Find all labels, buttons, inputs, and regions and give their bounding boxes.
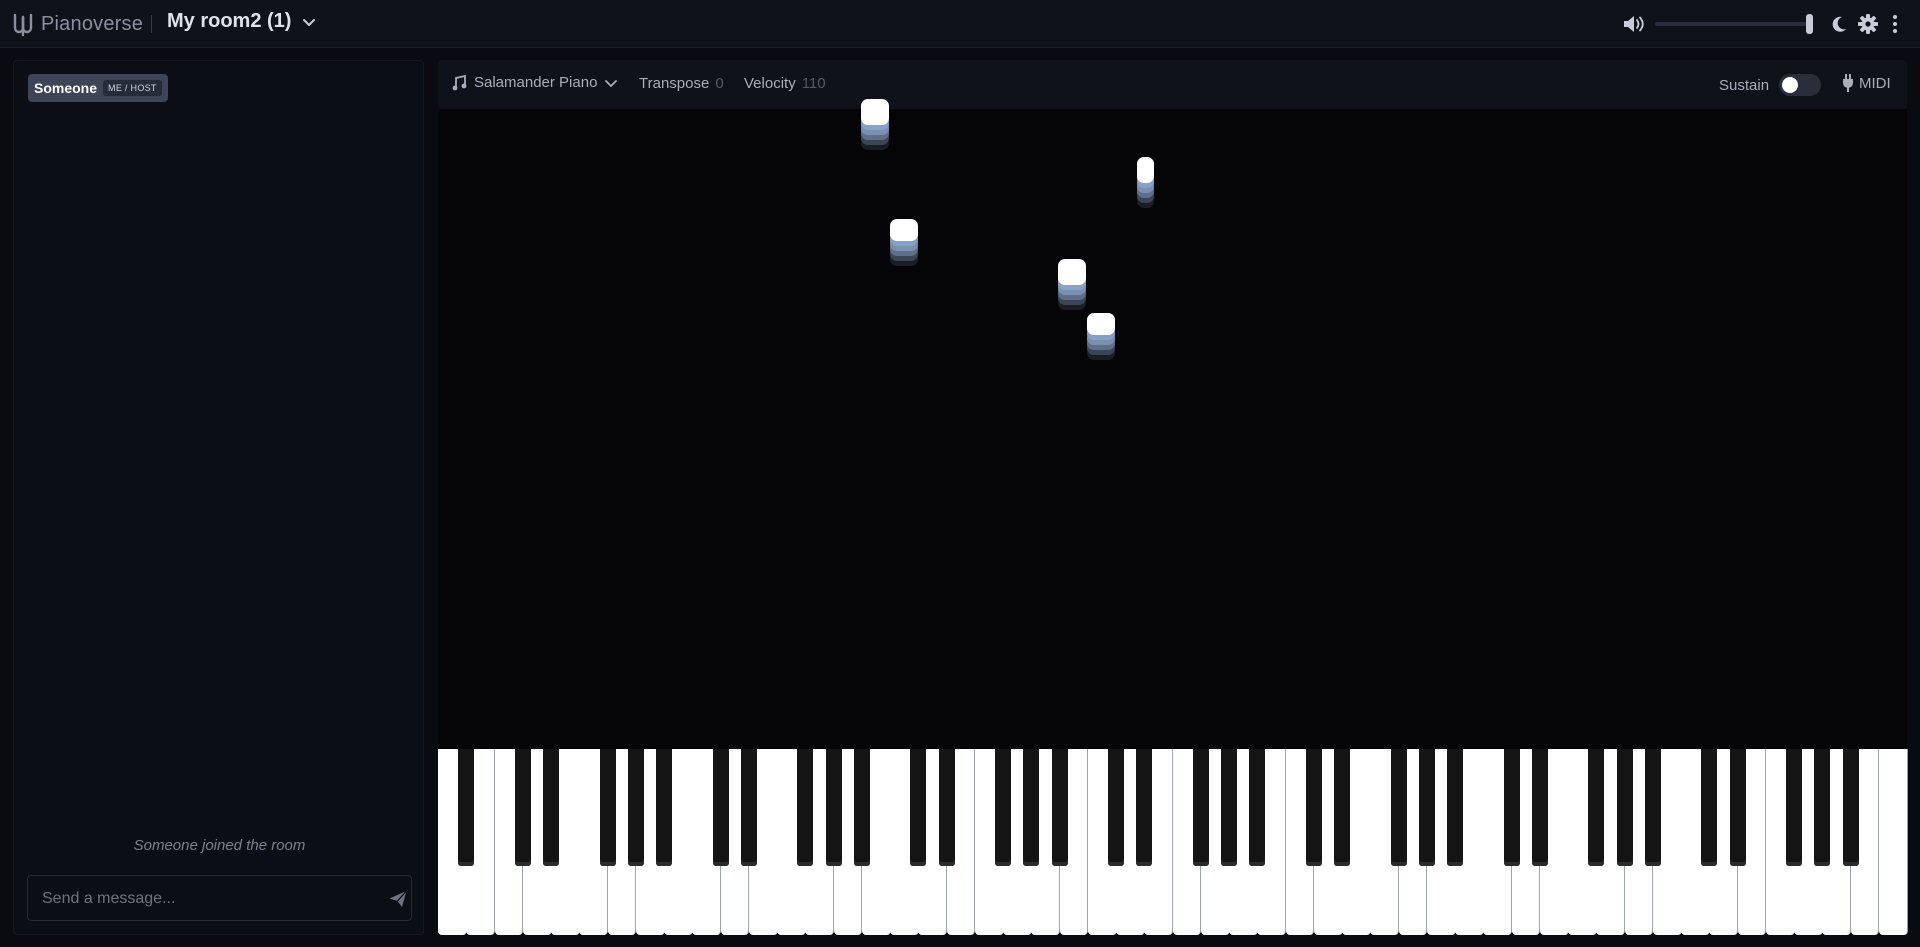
piano-black-key[interactable]: [1334, 749, 1350, 866]
chat-input[interactable]: [42, 888, 362, 910]
piano-black-key[interactable]: [1051, 749, 1068, 866]
velocity-control[interactable]: Velocity 110: [744, 75, 826, 92]
volume-slider-fill: [1655, 22, 1806, 26]
piano-black-key[interactable]: [1644, 749, 1661, 866]
sustain-control: Sustain: [1719, 74, 1822, 96]
sustain-toggle-knob: [1782, 77, 1799, 93]
piano-black-key[interactable]: [656, 749, 672, 866]
header-divider: [151, 15, 152, 33]
piano-black-key[interactable]: [1701, 749, 1718, 866]
falling-note: [1087, 313, 1115, 361]
system-message: Someone joined the room: [133, 837, 306, 854]
piano-white-key[interactable]: [1878, 749, 1908, 935]
velocity-label: Velocity: [744, 75, 796, 92]
chat-sidebar: Someone ME / HOST Someone joined the roo…: [13, 60, 424, 935]
instrument-name: Salamander Piano: [474, 74, 598, 91]
piano-black-key[interactable]: [1729, 749, 1746, 866]
piano-black-key[interactable]: [1023, 749, 1040, 866]
piano-black-key[interactable]: [910, 749, 927, 866]
send-icon[interactable]: [388, 889, 408, 909]
piano-black-key[interactable]: [712, 749, 729, 866]
piano-black-key[interactable]: [1616, 749, 1633, 866]
brand-logo[interactable]: Pianoverse: [11, 11, 143, 37]
pianoverse-logo-icon: [13, 13, 33, 37]
velocity-value: 110: [801, 75, 826, 92]
piano-black-key[interactable]: [1418, 749, 1435, 866]
piano-black-key[interactable]: [1503, 749, 1520, 866]
instrument-toolbar: Salamander Piano Transpose 0 Velocity 11…: [438, 60, 1907, 109]
volume-slider-thumb[interactable]: [1806, 14, 1813, 34]
falling-note: [861, 99, 889, 151]
room-selector[interactable]: My room2 (1): [167, 10, 317, 33]
falling-note: [1137, 157, 1154, 209]
transpose-value: 0: [715, 75, 724, 92]
user-name: Someone: [34, 80, 98, 96]
piano-black-key[interactable]: [825, 749, 842, 866]
volume-icon[interactable]: [1622, 13, 1646, 35]
gear-icon[interactable]: [1857, 13, 1879, 35]
plug-icon: [1843, 74, 1853, 92]
transpose-label: Transpose: [639, 75, 710, 92]
transpose-control[interactable]: Transpose 0: [639, 75, 724, 92]
piano-black-key[interactable]: [1221, 749, 1237, 866]
user-chip[interactable]: Someone ME / HOST: [28, 74, 168, 102]
piano-black-key[interactable]: [1447, 749, 1463, 866]
volume-slider[interactable]: [1655, 14, 1813, 34]
piano-black-key[interactable]: [458, 749, 475, 866]
piano-black-key[interactable]: [1814, 749, 1831, 866]
piano-black-key[interactable]: [1249, 749, 1266, 866]
midi-label: MIDI: [1859, 74, 1891, 92]
falling-note: [1058, 259, 1086, 311]
sustain-toggle[interactable]: [1779, 74, 1822, 96]
piano-black-key[interactable]: [1390, 749, 1407, 866]
piano-black-key[interactable]: [995, 749, 1011, 866]
brand-name: Pianoverse: [41, 12, 144, 35]
note-visualizer: [438, 99, 1907, 749]
room-title: My room2 (1): [167, 10, 292, 32]
piano-black-key[interactable]: [543, 749, 559, 866]
piano-black-key[interactable]: [938, 749, 955, 866]
music-note-icon: [452, 74, 467, 90]
chevron-down-icon: [605, 79, 618, 87]
sustain-label: Sustain: [1719, 76, 1770, 94]
user-role-badge: ME / HOST: [103, 80, 162, 96]
piano-black-key[interactable]: [1136, 749, 1153, 866]
piano-black-key[interactable]: [1108, 749, 1124, 866]
chat-input-box: [27, 875, 412, 921]
piano-black-key[interactable]: [514, 749, 531, 866]
piano-black-key[interactable]: [599, 749, 616, 866]
piano-black-key[interactable]: [740, 749, 757, 866]
piano-black-key[interactable]: [1786, 749, 1802, 866]
midi-button[interactable]: MIDI: [1842, 74, 1891, 92]
piano-black-key[interactable]: [1531, 749, 1548, 866]
kebab-menu-icon[interactable]: [1890, 13, 1900, 35]
piano-keyboard: [438, 749, 1908, 935]
piano-black-key[interactable]: [1305, 749, 1322, 866]
piano-black-key[interactable]: [1588, 749, 1605, 866]
piano-black-key[interactable]: [1192, 749, 1209, 866]
piano-black-key[interactable]: [853, 749, 870, 866]
moon-icon[interactable]: [1829, 14, 1849, 34]
falling-note: [890, 219, 918, 267]
top-bar: Pianoverse My room2 (1): [0, 0, 1920, 48]
instrument-selector[interactable]: Salamander Piano: [452, 74, 618, 91]
piano-black-key[interactable]: [1842, 749, 1859, 866]
piano-black-key[interactable]: [627, 749, 644, 866]
chevron-down-icon: [303, 18, 316, 26]
piano-black-key[interactable]: [797, 749, 814, 866]
